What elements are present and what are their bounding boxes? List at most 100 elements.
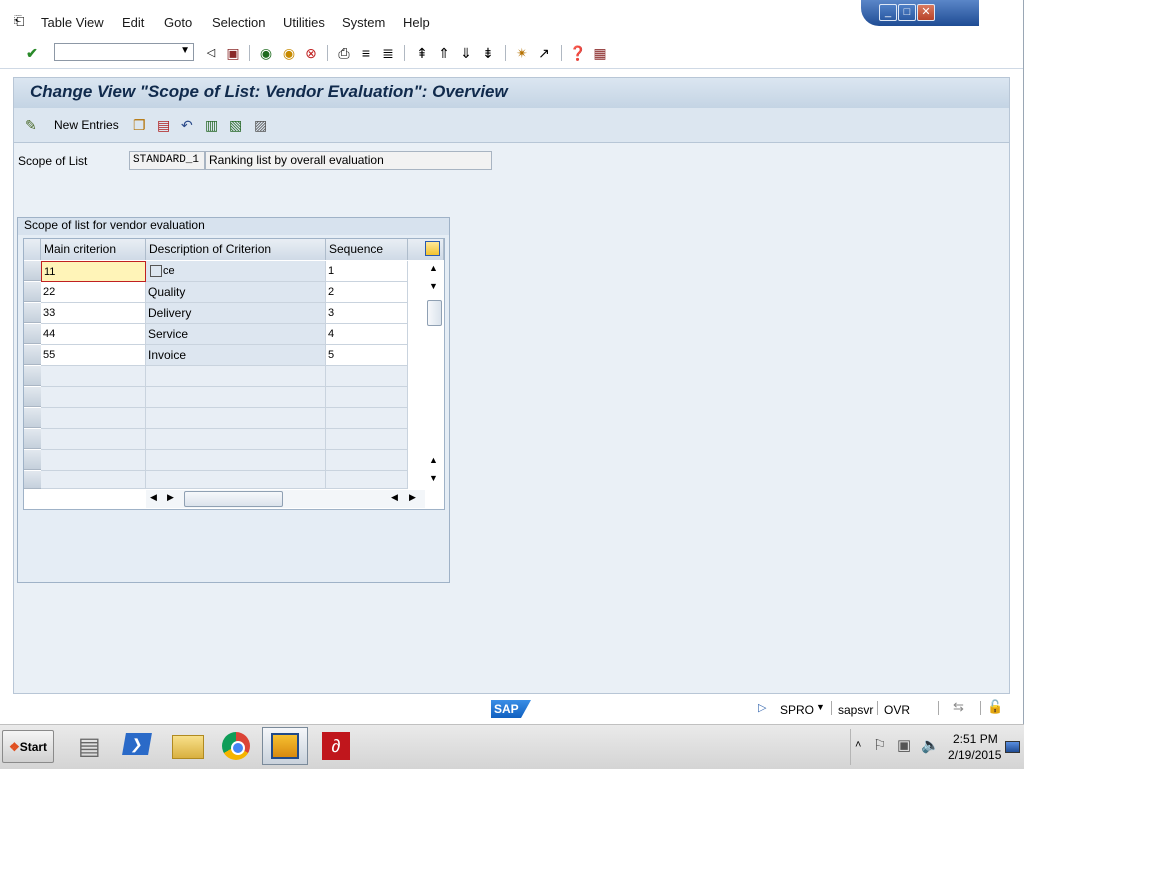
save-icon[interactable]: ▣	[224, 44, 242, 62]
status-expand-icon[interactable]: ▷	[758, 701, 766, 714]
first-page-icon[interactable]: ⇞	[413, 44, 431, 62]
cell-main-criterion[interactable]: 33	[41, 303, 146, 324]
shortcut-icon[interactable]: ↗	[535, 44, 553, 62]
taskbar-sap-logon[interactable]	[262, 727, 308, 765]
cell-sequence[interactable]	[326, 429, 408, 450]
row-selector[interactable]	[24, 261, 41, 281]
scope-of-list-field[interactable]: STANDARD_1	[129, 151, 205, 170]
undo-change-icon[interactable]: ↶	[181, 117, 193, 134]
cell-sequence[interactable]: 2	[326, 282, 408, 303]
show-hidden-icons-icon[interactable]: ˄	[855, 739, 861, 751]
cell-sequence[interactable]	[326, 450, 408, 471]
network-icon[interactable]: ▣	[897, 736, 911, 754]
column-header-main-criterion[interactable]: Main criterion	[41, 239, 146, 260]
restore-icon[interactable]: □	[898, 4, 916, 21]
table-settings-icon[interactable]	[425, 241, 440, 256]
row-selector[interactable]	[24, 450, 41, 470]
layout-menu-icon[interactable]: ▦	[591, 44, 609, 62]
scroll-page-down-icon[interactable]: ▼	[429, 473, 438, 483]
help-icon[interactable]: ❓	[569, 44, 587, 62]
scroll-right-icon[interactable]: ▶	[167, 492, 174, 503]
command-field[interactable]: ▼	[54, 43, 194, 61]
cell-sequence[interactable]	[326, 366, 408, 387]
copy-as-icon[interactable]: ❐	[133, 117, 146, 134]
new-entries-button[interactable]: New Entries	[54, 118, 119, 132]
cell-main-criterion[interactable]: 22	[41, 282, 146, 303]
clock-date[interactable]: 2/19/2015	[948, 748, 1001, 762]
cell-main-criterion[interactable]	[41, 387, 146, 408]
cell-sequence[interactable]: 4	[326, 324, 408, 345]
cancel-icon[interactable]: ⊗	[302, 44, 320, 62]
previous-page-icon[interactable]: ⇑	[435, 44, 453, 62]
next-page-icon[interactable]: ⇓	[457, 44, 475, 62]
cell-sequence[interactable]	[326, 387, 408, 408]
menu-system[interactable]: System	[342, 15, 385, 30]
menu-edit[interactable]: Edit	[122, 15, 144, 30]
menu-help[interactable]: Help	[403, 15, 430, 30]
scroll-end-right-icon[interactable]: ▶	[409, 492, 416, 503]
select-all-rows-cell[interactable]	[24, 239, 41, 260]
taskbar-server-manager[interactable]: ▤	[67, 727, 113, 765]
menu-goto[interactable]: Goto	[164, 15, 192, 30]
volume-icon[interactable]: 🔈	[921, 736, 940, 754]
horizontal-scroll-thumb[interactable]	[184, 491, 283, 507]
system-menu-icon[interactable]: ⎗	[14, 13, 24, 29]
row-selector[interactable]	[24, 408, 41, 428]
cell-sequence[interactable]: 5	[326, 345, 408, 366]
lock-icon[interactable]: 🔓	[987, 699, 1003, 715]
cell-main-criterion[interactable]	[41, 471, 146, 489]
new-entries-icon[interactable]: ✎	[25, 117, 37, 134]
cell-sequence[interactable]	[326, 471, 408, 489]
scroll-down-icon[interactable]: ▼	[429, 281, 438, 291]
taskbar-powershell[interactable]: ❯	[114, 727, 160, 765]
find-next-icon[interactable]: ≣	[379, 44, 397, 62]
taskbar-acrobat[interactable]: ∂	[313, 727, 359, 765]
row-selector[interactable]	[24, 303, 41, 323]
row-selector[interactable]	[24, 429, 41, 449]
start-button[interactable]: ❖Start	[2, 730, 54, 763]
nav-left-icon[interactable]: ◁	[202, 44, 220, 62]
menu-table-view[interactable]: Table View	[41, 15, 104, 30]
cell-main-criterion[interactable]	[41, 450, 146, 471]
horizontal-scrollbar[interactable]: ◀ ▶ ◀ ▶	[146, 490, 425, 508]
row-selector[interactable]	[24, 387, 41, 407]
action-center-flag-icon[interactable]: ⚐	[873, 736, 886, 754]
exit-icon[interactable]: ◉	[280, 44, 298, 62]
cell-main-criterion[interactable]	[41, 429, 146, 450]
scroll-up-icon[interactable]: ▲	[429, 263, 438, 273]
menu-utilities[interactable]: Utilities	[283, 15, 325, 30]
back-icon[interactable]: ◉	[257, 44, 275, 62]
column-header-description[interactable]: Description of Criterion	[146, 239, 326, 260]
cell-main-criterion[interactable]: 55	[41, 345, 146, 366]
vertical-scroll-thumb[interactable]	[427, 300, 442, 326]
row-selector[interactable]	[24, 282, 41, 302]
show-desktop-icon[interactable]	[1005, 741, 1020, 753]
taskbar-explorer[interactable]	[164, 727, 210, 765]
last-page-icon[interactable]: ⇟	[479, 44, 497, 62]
close-icon[interactable]: ✕	[917, 4, 935, 21]
chevron-down-icon[interactable]: ▼	[180, 45, 190, 56]
cell-main-criterion[interactable]: 44	[41, 324, 146, 345]
row-selector[interactable]	[24, 366, 41, 386]
clock-time[interactable]: 2:51 PM	[953, 732, 998, 746]
vertical-scrollbar[interactable]: ▲ ▼ ▲ ▼	[426, 261, 443, 489]
copy-value-icon[interactable]	[150, 265, 162, 278]
cell-sequence[interactable]	[326, 408, 408, 429]
cell-main-criterion[interactable]	[41, 366, 146, 387]
scroll-end-left-icon[interactable]: ◀	[391, 492, 398, 503]
scroll-page-up-icon[interactable]: ▲	[429, 455, 438, 465]
row-selector[interactable]	[24, 471, 41, 489]
chevron-down-icon[interactable]: ▼	[816, 702, 825, 712]
cell-main-criterion[interactable]: 11	[41, 261, 146, 282]
row-selector[interactable]	[24, 345, 41, 365]
find-icon[interactable]: ≡	[357, 44, 375, 62]
column-header-sequence[interactable]: Sequence	[326, 239, 408, 260]
scroll-left-icon[interactable]: ◀	[150, 492, 157, 503]
row-selector[interactable]	[24, 324, 41, 344]
delete-icon[interactable]: ▤	[157, 117, 170, 134]
cell-main-criterion[interactable]	[41, 408, 146, 429]
cell-sequence[interactable]: 1	[326, 261, 408, 282]
menu-selection[interactable]: Selection	[212, 15, 265, 30]
taskbar-chrome[interactable]	[213, 727, 259, 765]
cell-sequence[interactable]: 3	[326, 303, 408, 324]
